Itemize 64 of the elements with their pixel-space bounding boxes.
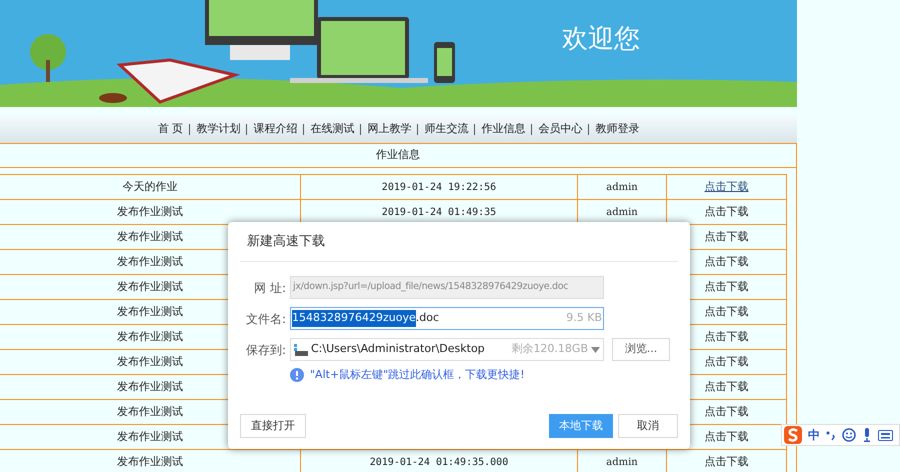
date-text: 2019-01-24 01:49:35 [382,206,496,220]
download-link[interactable]: 点击下载 [704,304,748,320]
download-link[interactable]: 点击下载 [704,428,748,446]
nav-link[interactable]: 师生交流 [424,120,468,138]
download-link[interactable]: 点击下载 [704,228,748,246]
save-path-dropdown[interactable]: C:\Users\Administrator\Desktop 剩余120.18GB [290,338,604,361]
panel-title: 作业信息 [376,147,420,164]
filename-label: 文件名: [244,310,287,328]
nav-link[interactable]: 教学计划 [196,120,240,138]
nav-link[interactable]: 会员中心 [538,120,582,138]
download-link[interactable]: 点击下载 [704,204,748,220]
download-link[interactable]: 点击下载 [704,328,748,346]
homework-title: 发布作业测试 [117,304,183,320]
nav-link[interactable]: 作业信息 [481,120,526,138]
homework-title: 发布作业测试 [117,254,183,270]
dialog-button[interactable]: 取消 [618,414,678,438]
nav-link[interactable]: 在线测试 [310,120,354,138]
punctuation-icon[interactable] [826,429,836,441]
homework-title: 发布作业测试 [117,204,183,220]
homework-title: 发布作业测试 [117,328,183,345]
browse-button[interactable]: 浏览... [612,338,670,361]
homework-title: 今天的作业 [122,178,178,195]
url-label: 网 址: [253,280,287,296]
date-text: 2019-01-24 01:49:35.000 [370,456,508,470]
homework-title: 发布作业测试 [117,454,183,470]
nav-link[interactable]: 课程介绍 [253,120,298,138]
drive-icon [294,344,308,356]
author-text: admin [606,180,638,194]
free-space: 剩余120.18GB [511,341,588,358]
download-link[interactable]: 点击下载 [704,454,748,470]
date-text: 2019-01-24 19:22:56 [382,180,496,194]
homework-title: 发布作业测试 [117,228,183,245]
download-link[interactable]: 点击下载 [704,354,748,370]
keyboard-icon[interactable] [878,430,893,440]
nav-link[interactable]: 首 页 [158,120,184,138]
file-size: 9.5 KB [566,310,602,326]
download-link[interactable]: 点击下载 [704,378,748,396]
homework-title: 发布作业测试 [117,378,183,395]
caret-icon [591,346,600,352]
info-icon [290,368,304,382]
dialog-button[interactable]: 直接打开 [240,414,306,438]
filename-field[interactable]: 1548328976429zuoye.doc 9.5 KB [290,307,604,330]
download-link[interactable]: 点击下载 [704,254,748,270]
homework-title: 发布作业测试 [117,278,183,295]
smiley-icon[interactable] [842,428,856,442]
selected-text: 1548328976429zuoye [292,310,416,327]
author-text: admin [606,456,638,470]
homework-title: 发布作业测试 [117,404,183,420]
ime-mode[interactable]: 中 [808,426,820,444]
dialog-title: 新建高速下载 [247,232,325,251]
nav-link[interactable]: 教师登录 [595,120,640,138]
welcome-text: 欢迎您 [562,23,640,56]
save-label: 保存到: [244,342,287,358]
nav-link[interactable]: 网上教学 [367,120,412,138]
microphone-icon[interactable] [862,428,872,442]
hint-text: "Alt+鼠标左键"跳过此确认框，下载更快捷! [310,367,525,383]
download-link[interactable]: 点击下载 [704,278,748,296]
download-link[interactable]: 点击下载 [704,404,748,420]
download-link[interactable]: 点击下载 [704,178,748,196]
homework-title: 发布作业测试 [117,354,183,370]
author-text: admin [606,206,638,220]
homework-title: 发布作业测试 [117,428,183,445]
save-path: C:\Users\Administrator\Desktop [311,341,485,358]
extension-text: .doc [416,310,439,326]
